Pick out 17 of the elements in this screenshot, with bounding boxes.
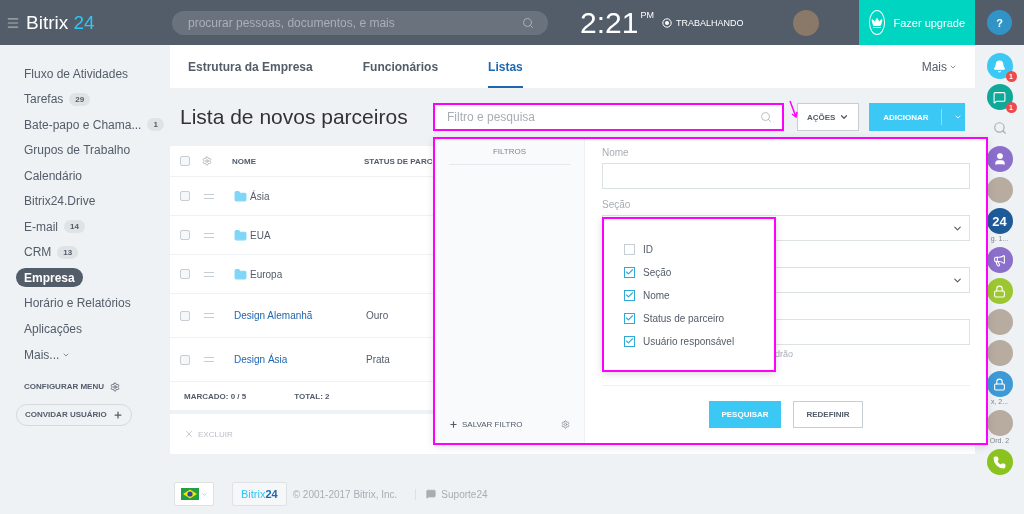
page-title: Lista de novos parceiros: [180, 105, 408, 129]
table-cell: Ouro: [366, 310, 389, 321]
folder-name: Ásia: [250, 190, 270, 202]
marked-count: MARCADO: 0 / 5: [184, 391, 247, 401]
presets-title: FILTROS: [449, 147, 570, 165]
count-badge: 29: [69, 92, 91, 106]
count-badge: 13: [57, 245, 79, 259]
folder-name: Europa: [250, 268, 283, 280]
count-badge: 14: [64, 220, 85, 234]
folder-name: EUA: [250, 229, 271, 241]
count-badge: 1: [147, 118, 164, 132]
hint-text: drão: [775, 349, 793, 359]
field-label: Nome: [602, 147, 629, 158]
total-count: TOTAL: 2: [294, 391, 330, 401]
field-label: Seção: [602, 199, 631, 210]
table-cell: Prata: [366, 354, 390, 365]
copyright: © 2001-2017 Bitrix, Inc.: [292, 488, 398, 500]
